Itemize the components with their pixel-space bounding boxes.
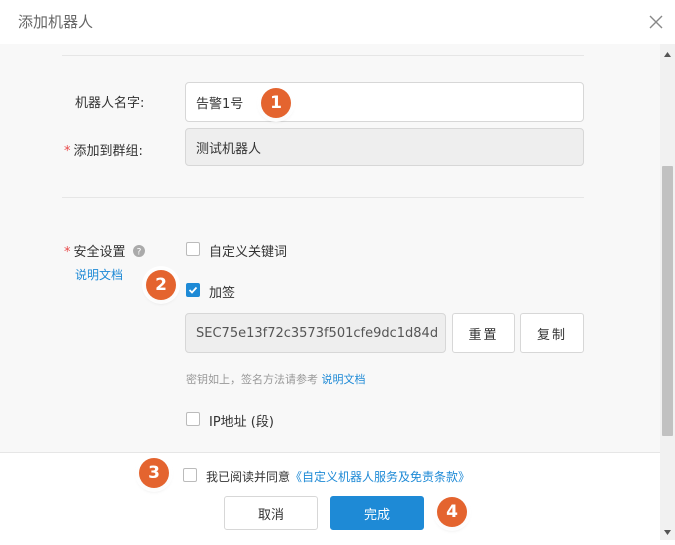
agree-text-label: 我已阅读并同意 (206, 470, 291, 484)
agree-text: 我已阅读并同意《自定义机器人服务及免责条款》 (206, 468, 470, 485)
annotation-badge-4: 4 (437, 497, 467, 527)
hint-text: 密钥如上，签名方法请参考 (186, 373, 318, 386)
group-label-text: 添加到群组: (73, 144, 143, 159)
security-doc-link[interactable]: 说明文档 (75, 266, 123, 283)
svg-text:?: ? (136, 248, 141, 258)
hint-doc-link[interactable]: 说明文档 (322, 373, 366, 386)
dialog-title: 添加机器人 (18, 13, 94, 31)
robot-name-label: 机器人名字: (75, 96, 145, 111)
close-icon[interactable] (648, 14, 664, 30)
group-value: 测试机器人 (196, 141, 262, 157)
required-mark: * (64, 245, 71, 260)
divider (62, 197, 584, 198)
group-label: * 添加到群组: (64, 140, 143, 159)
dialog-body: 机器人名字: 告警1号 * 添加到群组: 测试机器人 * 安全设置 ? 说明文档 自… (0, 44, 660, 452)
robot-name-value: 告警1号 (196, 96, 244, 112)
sign-option-label: 加签 (209, 286, 236, 301)
terms-link[interactable]: 《自定义机器人服务及免责条款》 (290, 470, 470, 484)
annotation-badge-1: 1 (261, 88, 291, 118)
robot-name-input[interactable]: 告警1号 (185, 82, 584, 122)
secret-hint: 密钥如上，签名方法请参考 说明文档 (186, 371, 366, 387)
required-mark: * (64, 144, 71, 159)
divider (62, 55, 584, 56)
secret-value: SEC75e13f72c3573f501cfe9dc1d84d (196, 325, 439, 341)
copy-button[interactable]: 复制 (520, 313, 584, 353)
cancel-button[interactable]: 取消 (224, 496, 318, 530)
secret-input[interactable]: SEC75e13f72c3573f501cfe9dc1d84d (185, 313, 446, 353)
check-icon (188, 286, 198, 294)
reset-button[interactable]: 重置 (452, 313, 515, 353)
group-field: 测试机器人 (185, 128, 584, 166)
annotation-badge-2: 2 (146, 270, 176, 300)
sign-checkbox[interactable] (186, 283, 200, 297)
ip-checkbox[interactable] (186, 412, 200, 426)
security-label-text: 安全设置 (73, 245, 126, 260)
keyword-option-label: 自定义关键词 (209, 245, 288, 260)
keyword-checkbox[interactable] (186, 242, 200, 256)
security-label: * 安全设置 ? (64, 241, 145, 260)
scroll-down-arrow-icon[interactable] (660, 527, 675, 539)
agree-checkbox[interactable] (183, 468, 197, 482)
confirm-button[interactable]: 完成 (330, 496, 424, 530)
annotation-badge-3: 3 (139, 458, 169, 488)
dialog-header: 添加机器人 (0, 0, 675, 44)
ip-option-label: IP地址 (段) (209, 415, 274, 430)
scrollbar-thumb[interactable] (662, 166, 673, 436)
dialog-footer: 我已阅读并同意《自定义机器人服务及免责条款》 取消 完成 (0, 452, 660, 545)
help-icon[interactable]: ? (132, 245, 145, 258)
scroll-up-arrow-icon[interactable] (660, 47, 675, 62)
